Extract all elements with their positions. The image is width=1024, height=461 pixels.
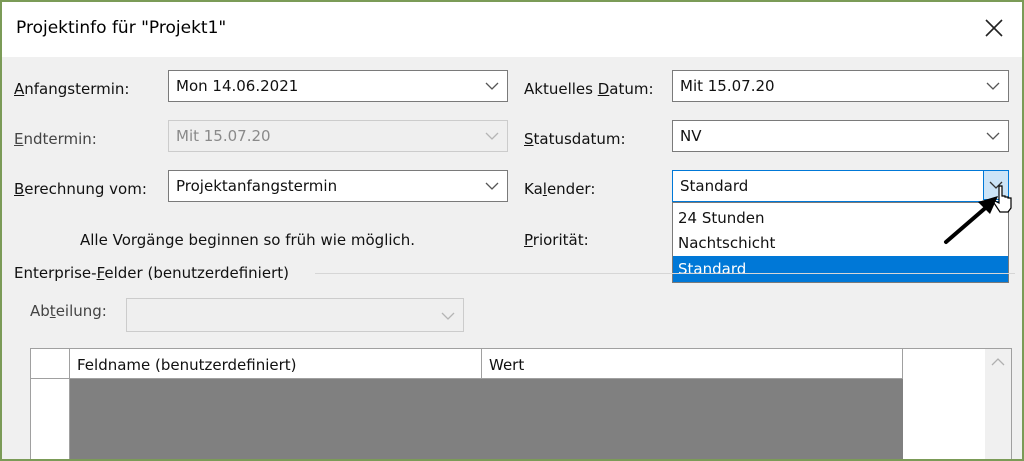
- column-header-wert[interactable]: Wert: [482, 349, 903, 378]
- dialog-window: Projektinfo für "Projekt1" Anfangstermin…: [0, 0, 1024, 461]
- chevron-down-icon: [485, 82, 499, 90]
- abteilung-label: Abteilung:: [30, 302, 107, 320]
- berechnung-value: Projektanfangstermin: [176, 177, 338, 195]
- kalender-label: Kalender:: [524, 180, 596, 198]
- abteilung-combobox: [126, 298, 464, 332]
- statusdatum-label: Statusdatum:: [524, 130, 626, 148]
- chevron-down-icon: [485, 182, 499, 190]
- enterprise-fields-grid: Feldname (benutzerdefiniert) Wert: [30, 348, 1012, 459]
- chevron-down-icon: [986, 82, 1000, 90]
- row-header-column: [31, 379, 70, 459]
- aktuelles-datum-label: Aktuelles Datum:: [524, 80, 654, 98]
- title-bar: Projektinfo für "Projekt1": [2, 2, 1022, 57]
- enterprise-section-title: Enterprise-Felder (benutzerdefiniert): [14, 264, 289, 282]
- close-icon: [985, 19, 1003, 37]
- close-button[interactable]: [976, 10, 1012, 46]
- chevron-down-icon: [441, 312, 455, 320]
- chevron-down-icon: [485, 132, 499, 140]
- column-header-feldname[interactable]: Feldname (benutzerdefiniert): [70, 349, 482, 378]
- vertical-scrollbar[interactable]: [985, 349, 1011, 459]
- chevron-up-icon[interactable]: [991, 357, 1005, 367]
- endtermin-value: Mit 15.07.20: [176, 127, 271, 145]
- berechnung-combobox[interactable]: Projektanfangstermin: [168, 170, 508, 202]
- berechnung-label: Berechnung vom:: [14, 180, 147, 198]
- grid-body[interactable]: [70, 379, 903, 459]
- aktuelles-datum-combobox[interactable]: Mit 15.07.20: [672, 70, 1009, 102]
- anfangstermin-label: Anfangstermin:: [14, 80, 130, 98]
- grid-corner-cell[interactable]: [31, 349, 70, 378]
- chevron-down-icon: [986, 132, 1000, 140]
- kalender-option-selected[interactable]: Standard: [673, 256, 1008, 282]
- kalender-value: Standard: [680, 177, 749, 195]
- endtermin-combobox: Mit 15.07.20: [168, 120, 508, 152]
- grid-header: Feldname (benutzerdefiniert) Wert: [31, 349, 903, 379]
- statusdatum-value: NV: [680, 127, 702, 145]
- info-text: Alle Vorgänge beginnen so früh wie mögli…: [80, 231, 416, 249]
- anfangstermin-combobox[interactable]: Mon 14.06.2021: [168, 70, 508, 102]
- section-divider: [315, 273, 1015, 274]
- anfangstermin-value: Mon 14.06.2021: [176, 77, 299, 95]
- aktuelles-datum-value: Mit 15.07.20: [680, 77, 775, 95]
- dialog-title: Projektinfo für "Projekt1": [16, 18, 227, 38]
- pointer-cursor-icon: [993, 185, 1012, 213]
- prioritaet-label: Priorität:: [524, 231, 589, 249]
- statusdatum-combobox[interactable]: NV: [672, 120, 1009, 152]
- endtermin-label: Endtermin:: [14, 130, 97, 148]
